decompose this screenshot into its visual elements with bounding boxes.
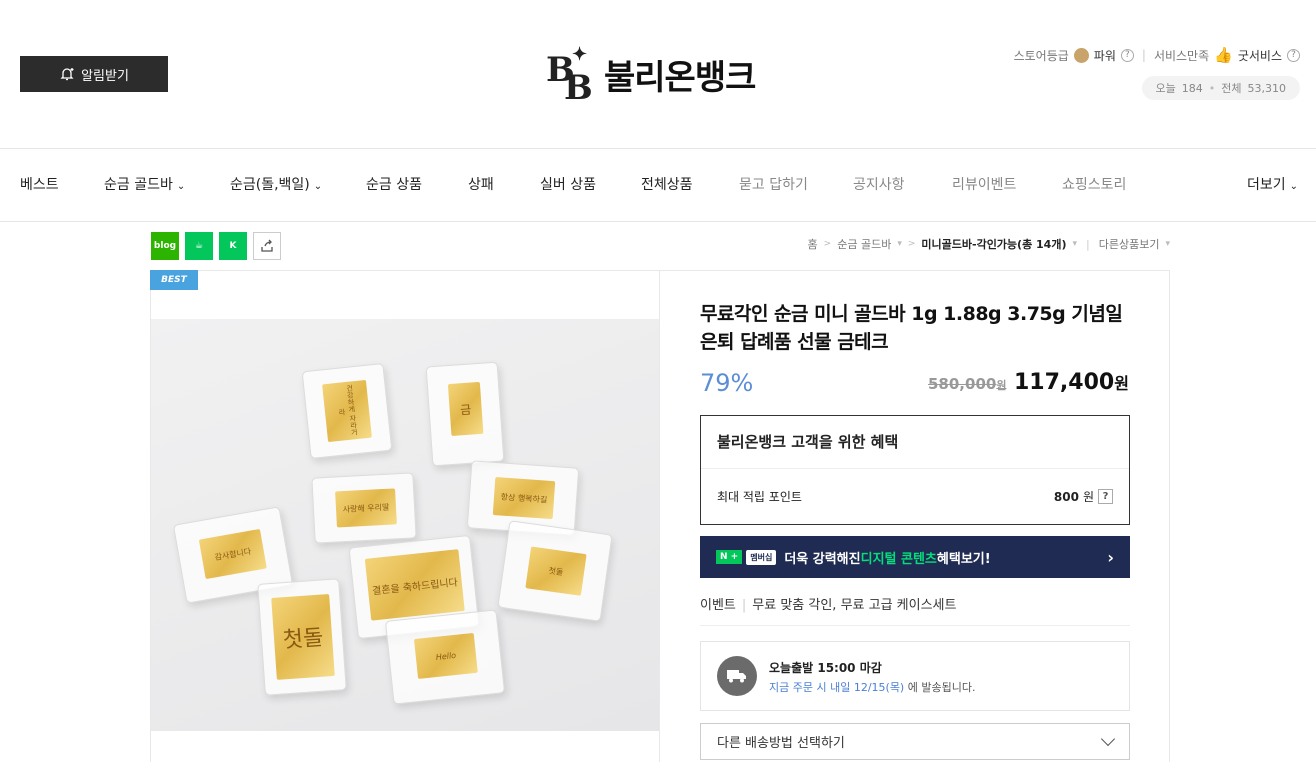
nav-item-plaque[interactable]: 상패 <box>468 149 494 221</box>
membership-badge: 멤버십 <box>746 549 777 565</box>
total-count: 53,310 <box>1247 81 1287 95</box>
nav-item-shopping-story[interactable]: 쇼핑스토리 <box>1062 149 1126 221</box>
caret-down-icon: ▾ <box>897 239 902 249</box>
kstory-share-icon[interactable]: K <box>219 232 247 260</box>
nav-item-qna[interactable]: 묻고 답하기 <box>739 149 808 221</box>
discount-rate: 79% <box>700 369 754 397</box>
store-logo[interactable]: B B ✦ 불리온뱅크 <box>546 44 756 108</box>
store-meta: 스토어등급 파워 ? | 서비스만족 👍 굿서비스 ? <box>1014 46 1300 64</box>
benefit-row-label: 최대 적립 포인트 <box>717 490 802 504</box>
event-info: 이벤트 | 무료 맞춤 각인, 무료 고급 케이스세트 <box>700 598 957 613</box>
gold-bar-image: 사랑해 우리딸 <box>311 472 417 544</box>
chevron-down-icon: ⌄ <box>1289 181 1299 192</box>
cafe-share-icon[interactable]: ☕ <box>185 232 213 260</box>
event-label: 이벤트 <box>700 598 736 613</box>
help-icon[interactable]: ? <box>1287 48 1300 62</box>
benefit-title: 불리온뱅크 고객을 위한 혜택 <box>701 416 1129 469</box>
nav-item-baby-gold[interactable]: 순금(돌,백일) ⌄ <box>230 149 322 221</box>
product-title: 무료각인 순금 미니 골드바 1g 1.88g 3.75g 기념일 은퇴 답례품… <box>700 303 1123 353</box>
help-icon[interactable]: ? <box>1098 489 1113 504</box>
share-icons: blog ☕ K <box>151 232 281 260</box>
thumbs-up-icon: 👍 <box>1214 46 1233 64</box>
other-products-link[interactable]: 다른상품보기 <box>1099 236 1160 252</box>
event-text: 무료 맞춤 각인, 무료 고급 케이스세트 <box>752 598 957 613</box>
chevron-right-icon: › <box>1107 547 1114 567</box>
visitor-count: 오늘 184 • 전체 53,310 <box>1141 76 1300 100</box>
shipping-deadline: 오늘출발 15:00 마감 <box>769 661 882 675</box>
alarm-button[interactable]: 알림받기 <box>20 56 168 92</box>
shipping-info: 오늘출발 15:00 마감 지금 주문 시 내일 12/15(목) 에 발송됩니… <box>700 641 1130 711</box>
nav-item-all-products[interactable]: 전체상품 <box>641 149 693 221</box>
nav-item-gold-goods[interactable]: 순금 상품 <box>366 149 422 221</box>
nav-more-button[interactable]: 더보기 ⌄ <box>1247 149 1298 221</box>
store-grade-value: 파워 <box>1093 48 1116 63</box>
shipping-date: 지금 주문 시 내일 12/15(목) 에 발송됩니다. <box>769 681 976 694</box>
service-value: 굿서비스 <box>1237 48 1282 63</box>
breadcrumb-current[interactable]: 미니골드바-각인가능(총 14개) <box>921 236 1066 252</box>
nav-item-gold-bar[interactable]: 순금 골드바 ⌄ <box>104 149 185 221</box>
star-icon: ✦ <box>572 44 587 65</box>
blog-share-icon[interactable]: blog <box>151 232 179 260</box>
gold-bar-image: 건강하게 자라거라 <box>301 362 393 460</box>
best-badge: BEST <box>150 270 198 290</box>
breadcrumb-home[interactable]: 홈 <box>808 236 818 252</box>
chevron-down-icon <box>1100 731 1116 747</box>
nav-item-best[interactable]: 베스트 <box>20 149 59 221</box>
caret-down-icon: ▾ <box>1072 239 1078 249</box>
truck-icon <box>717 656 757 696</box>
nav-item-review-event[interactable]: 리뷰이벤트 <box>952 149 1016 221</box>
divider <box>700 625 1130 626</box>
benefit-row: 최대 적립 포인트 800 원 ? <box>701 469 1129 524</box>
shipping-method-label: 다른 배송방법 선택하기 <box>717 736 845 751</box>
bell-plus-icon <box>60 68 74 81</box>
help-icon[interactable]: ? <box>1120 48 1134 62</box>
today-count: 184 <box>1181 81 1203 95</box>
chevron-down-icon: ⌄ <box>313 181 323 192</box>
logo-text: 불리온뱅크 <box>604 57 756 98</box>
gold-bar-image: Hello <box>384 609 506 705</box>
share-icon[interactable] <box>253 232 281 260</box>
nav-item-notice[interactable]: 공지사항 <box>853 149 905 221</box>
chevron-down-icon: ⌄ <box>176 181 186 192</box>
gold-bar-image: 첫돌 <box>257 578 347 696</box>
store-header: 알림받기 B B ✦ 불리온뱅크 스토어등급 파워 ? | 서비스만족 👍 굿서비스… <box>0 0 1316 148</box>
today-label: 오늘 <box>1155 82 1176 95</box>
category-nav: 베스트 순금 골드바 ⌄ 순금(돌,백일) ⌄ 순금 상품 상패 실버 상품 전체상… <box>0 148 1316 222</box>
logo-mark: B B ✦ <box>546 44 593 108</box>
nav-item-silver[interactable]: 실버 상품 <box>540 149 596 221</box>
medal-icon <box>1073 47 1089 63</box>
alarm-button-label: 알림받기 <box>81 68 129 84</box>
gold-bar-image: 금 <box>425 361 505 467</box>
caret-down-icon: ▾ <box>1165 239 1170 249</box>
store-grade-label: 스토어등급 <box>1013 48 1069 63</box>
npay-membership-banner[interactable]: N + 멤버십 더욱 강력해진 디지털 콘텐츠 혜택보기! › <box>700 536 1130 578</box>
gold-bar-image: 첫돌 <box>497 520 613 622</box>
naver-plus-badge: N + <box>716 550 743 564</box>
breadcrumb: 홈 > 순금 골드바 ▾ > 미니골드바-각인가능(총 14개) ▾ | 다른상품보… <box>807 236 1170 252</box>
product-image[interactable]: 건강하게 자라거라 금 사랑해 우리딸 항상 행복하길 감사합니다 결혼을 축하… <box>151 319 659 731</box>
divider <box>659 271 660 762</box>
benefit-box: 불리온뱅크 고객을 위한 혜택 최대 적립 포인트 800 원 ? <box>700 415 1130 525</box>
shipping-method-select[interactable]: 다른 배송방법 선택하기 <box>700 723 1130 760</box>
service-label: 서비스만족 <box>1153 48 1210 63</box>
benefit-points: 800 원 ? <box>1054 488 1113 505</box>
original-price: 580,000원 <box>928 375 1007 393</box>
sale-price: 117,400원 <box>1014 370 1129 395</box>
total-label: 전체 <box>1221 82 1242 95</box>
breadcrumb-level1[interactable]: 순금 골드바 <box>837 236 891 252</box>
